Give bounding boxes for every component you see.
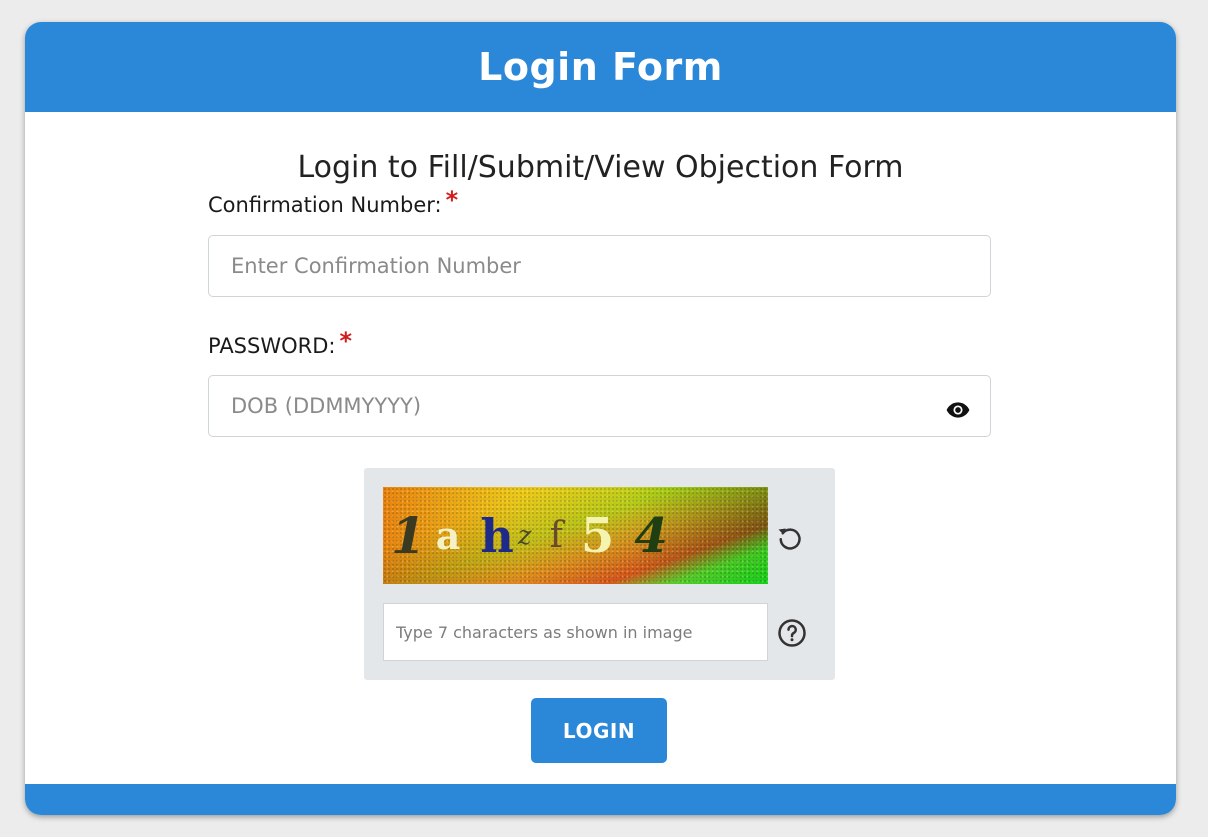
form-title: Login Form <box>478 45 723 89</box>
required-asterisk: * <box>339 327 353 355</box>
captcha-char: a <box>435 513 461 558</box>
captcha-char: z <box>517 520 532 551</box>
refresh-icon[interactable] <box>775 523 805 553</box>
captcha-characters: 1 a h z f 5 4 <box>383 487 768 584</box>
login-button[interactable]: LOGIN <box>531 698 667 763</box>
password-input[interactable] <box>208 375 991 437</box>
card-header: Login Form <box>25 22 1176 112</box>
card-footer <box>25 784 1176 815</box>
captcha-panel: 1 a h z f 5 4 <box>364 468 835 680</box>
question-circle-icon[interactable] <box>777 618 807 648</box>
password-label: PASSWORD: * <box>208 327 352 359</box>
confirmation-number-label: Confirmation Number: * <box>208 186 458 218</box>
captcha-image: 1 a h z f 5 4 <box>383 487 768 584</box>
captcha-char: 5 <box>580 507 615 564</box>
captcha-char: 1 <box>391 506 426 565</box>
confirmation-number-input[interactable] <box>208 235 991 297</box>
login-card: Login Form Login to Fill/Submit/View Obj… <box>25 22 1176 815</box>
required-asterisk: * <box>445 186 459 214</box>
confirmation-number-label-text: Confirmation Number: <box>208 193 442 217</box>
captcha-char: f <box>549 515 563 556</box>
captcha-input[interactable] <box>383 603 768 661</box>
captcha-char: h <box>480 508 514 563</box>
eye-icon[interactable] <box>945 397 971 423</box>
password-label-text: PASSWORD: <box>208 334 336 358</box>
form-subtitle: Login to Fill/Submit/View Objection Form <box>297 150 904 185</box>
captcha-char: 4 <box>634 507 668 564</box>
